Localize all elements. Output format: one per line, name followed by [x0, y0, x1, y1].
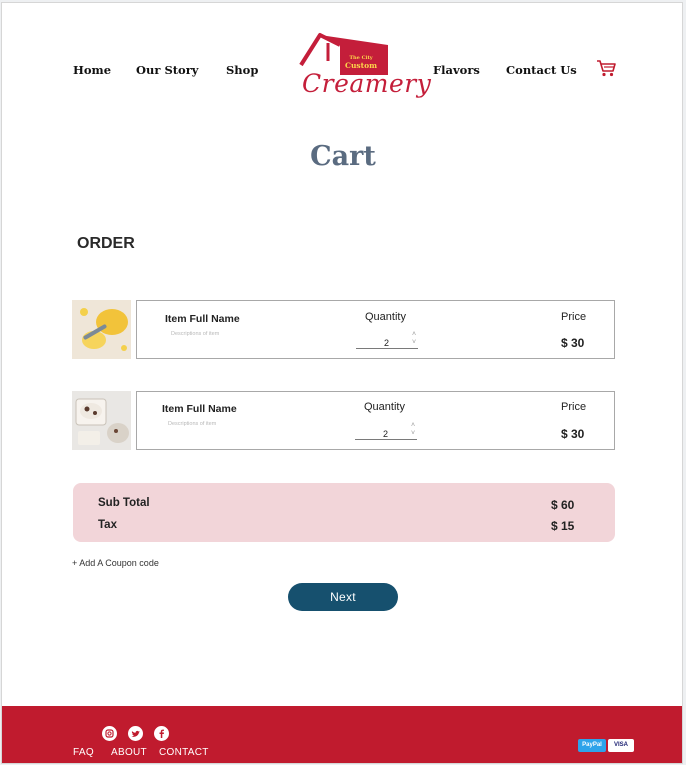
- price-label: Price: [561, 401, 587, 413]
- quantity-stepper[interactable]: 2 ˄ ˅: [355, 422, 417, 440]
- stepper-arrows-icon[interactable]: ˄ ˅: [409, 422, 417, 438]
- item-price: $ 30: [561, 427, 585, 441]
- ice-cream-photo-icon: [72, 300, 131, 359]
- visa-icon: VISA: [608, 739, 634, 752]
- quantity-label: Quantity: [365, 311, 406, 323]
- tax-label: Tax: [98, 519, 117, 531]
- quantity-label: Quantity: [364, 401, 405, 413]
- quantity-stepper[interactable]: 2 ˄ ˅: [356, 331, 418, 349]
- instagram-icon[interactable]: [102, 726, 117, 741]
- order-heading: ORDER: [77, 235, 135, 252]
- footer-faq-link[interactable]: FAQ: [73, 747, 94, 758]
- twitter-icon[interactable]: [128, 726, 143, 741]
- page: Home Our Story Shop The City Custom Crea…: [1, 2, 683, 764]
- item-name: Item Full Name: [165, 313, 240, 325]
- shopping-cart-icon[interactable]: [596, 59, 616, 77]
- item-description: Descriptions of item: [171, 331, 220, 337]
- quantity-value: 2: [384, 338, 390, 348]
- cart-item-row: Item Full Name Descriptions of item Quan…: [136, 300, 615, 359]
- item-price: $ 30: [561, 336, 585, 350]
- add-coupon-link[interactable]: + Add A Coupon code: [72, 558, 159, 568]
- cart-item-row: Item Full Name Descriptions of item Quan…: [136, 391, 615, 450]
- footer-contact-link[interactable]: CONTACT: [159, 747, 209, 758]
- item-name: Item Full Name: [162, 403, 237, 415]
- ice-cream-photo-icon: [72, 391, 131, 450]
- nav-home[interactable]: Home: [73, 63, 111, 77]
- nav-shop[interactable]: Shop: [226, 63, 258, 77]
- item-thumbnail: [72, 300, 131, 359]
- nav-flavors[interactable]: Flavors: [433, 63, 480, 77]
- tax-value: $ 15: [551, 519, 575, 533]
- nav-our-story[interactable]: Our Story: [136, 63, 198, 77]
- logo-wordmark: Creamery: [302, 69, 432, 98]
- next-button[interactable]: Next: [288, 583, 398, 611]
- stepper-arrows-icon[interactable]: ˄ ˅: [410, 331, 418, 347]
- subtotal-value: $ 60: [551, 498, 575, 512]
- order-summary: Sub Total $ 60 Tax $ 15: [73, 483, 615, 542]
- nav-contact-us[interactable]: Contact Us: [506, 63, 577, 77]
- page-title: Cart: [310, 141, 376, 172]
- quantity-value: 2: [383, 429, 389, 439]
- price-label: Price: [561, 311, 587, 323]
- subtotal-label: Sub Total: [98, 497, 150, 509]
- footer: FAQ ABOUT CONTACT PayPal VISA: [2, 706, 682, 763]
- footer-about-link[interactable]: ABOUT: [111, 747, 147, 758]
- brand-logo[interactable]: The City Custom Creamery: [298, 31, 431, 105]
- paypal-icon: PayPal: [578, 739, 606, 752]
- item-description: Descriptions of item: [168, 421, 217, 427]
- item-thumbnail: [72, 391, 131, 450]
- facebook-icon[interactable]: [154, 726, 169, 741]
